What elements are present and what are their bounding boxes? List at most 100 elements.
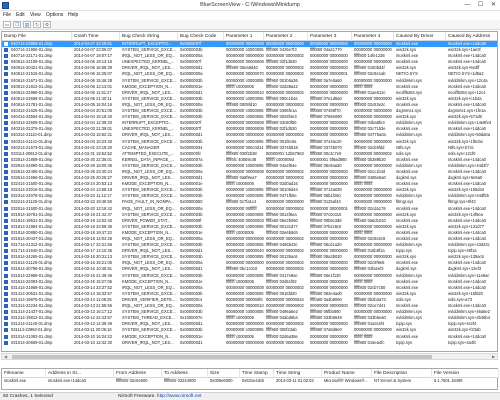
driver-cell: ntoskrnl.exe xyxy=(4,378,27,383)
driver-column-header[interactable]: File Version xyxy=(432,369,499,378)
crash-list[interactable]: Dump File Crash Time Bug Check String Bug C… xyxy=(1,31,498,352)
dump-file-icon xyxy=(4,322,8,327)
dump-file-icon xyxy=(4,237,8,241)
crash-cell: 00000000`00000000 xyxy=(310,339,348,345)
crash-column-header[interactable]: Parameter 1 xyxy=(224,32,264,41)
crash-row[interactable]: 031014-20609-01.dmp 2014-03-10 12:42:30 DR… xyxy=(2,339,497,346)
credit-prefix: NirSoft Freeware. xyxy=(118,394,157,399)
crash-count: 50 Crashes, 1 Selected xyxy=(3,394,53,399)
driver-list-header: Filename Address In St... From Address To A… xyxy=(2,369,499,378)
dump-file-icon xyxy=(4,249,8,254)
dump-file-icon xyxy=(4,84,8,89)
driver-cell: 2014-03-11 01:02:03 xyxy=(276,378,314,383)
close-button[interactable]: ✕ xyxy=(487,0,500,10)
dump-file-icon xyxy=(4,200,8,205)
properties-icon[interactable]: ▤ xyxy=(23,21,31,28)
driver-cell: 0x531e4dcb xyxy=(242,378,265,383)
dump-file-icon xyxy=(4,206,8,211)
scroll-right-icon[interactable]: ▶ xyxy=(490,354,497,360)
dump-file-icon xyxy=(4,78,8,83)
dump-file-icon xyxy=(4,151,8,156)
crash-column-header[interactable]: Crash Time xyxy=(72,32,120,41)
driver-column-header[interactable]: Time Stamp xyxy=(240,369,274,378)
dump-file-icon xyxy=(4,243,8,248)
save-icon[interactable]: ▭ xyxy=(3,21,11,28)
credit-text: NirSoft Freeware. http://www.nirsoft.net xyxy=(118,394,201,399)
crash-column-header[interactable]: Parameter 2 xyxy=(264,32,308,41)
scroll-thumb[interactable] xyxy=(12,355,432,359)
crash-list-rows: 040714-23859-01.dmp 2014-04-07 23:19:01 IN… xyxy=(2,41,497,346)
menu-options[interactable]: Options xyxy=(46,12,63,19)
dump-file-icon xyxy=(4,291,8,296)
dump-file-icon xyxy=(4,285,8,290)
refresh-icon[interactable]: ↻ xyxy=(33,21,41,28)
dump-file-icon xyxy=(4,340,8,345)
dump-file-icon xyxy=(4,48,8,53)
copy-icon[interactable]: ❐ xyxy=(13,21,21,28)
minimize-button[interactable]: — xyxy=(461,0,474,10)
dump-file-icon xyxy=(4,157,8,162)
dump-file-icon xyxy=(4,109,8,114)
driver-column-header[interactable]: Address In St... xyxy=(46,369,114,378)
dump-file-icon xyxy=(4,334,8,339)
dump-file-icon xyxy=(4,115,8,120)
dump-file-icon xyxy=(4,230,8,235)
menu-file[interactable]: File xyxy=(3,12,11,19)
crash-column-header[interactable]: Dump File xyxy=(2,32,72,41)
nirsoft-link[interactable]: http://www.nirsoft.net xyxy=(157,394,202,399)
menu-edit[interactable]: Edit xyxy=(16,12,25,19)
driver-column-header[interactable]: File Description xyxy=(372,369,432,378)
dump-file-icon xyxy=(4,54,8,59)
crash-column-header[interactable]: Bug Check Code xyxy=(178,32,224,41)
crash-cell: 00000000`00000002 xyxy=(266,339,304,345)
scroll-left-icon[interactable]: ◀ xyxy=(2,354,9,360)
driver-list[interactable]: Filename Address In St... From Address To A… xyxy=(1,368,499,390)
driver-column-header[interactable]: To Address xyxy=(162,369,208,378)
dump-file-icon xyxy=(4,90,8,95)
dump-file-icon xyxy=(4,279,8,284)
dump-file-icon xyxy=(4,261,8,266)
status-bar: 50 Crashes, 1 Selected NirSoft Freeware.… xyxy=(0,392,500,400)
dump-file-icon xyxy=(4,176,8,181)
dump-file-icon xyxy=(4,255,8,260)
menu-help[interactable]: Help xyxy=(68,12,78,19)
menu-bar: File Edit View Options Help xyxy=(0,11,500,20)
crash-column-header[interactable]: Parameter 3 xyxy=(308,32,352,41)
crash-column-header[interactable]: Parameter 4 xyxy=(352,32,394,41)
dump-file-icon xyxy=(4,169,8,174)
dump-file-icon xyxy=(4,328,8,333)
dump-file-icon xyxy=(4,133,8,138)
horizontal-scrollbar[interactable]: ◀ ▶ xyxy=(1,353,498,360)
maximize-button[interactable]: ☐ xyxy=(474,0,487,10)
dump-file-icon xyxy=(4,127,8,132)
crash-list-header: Dump File Crash Time Bug Check String Bug C… xyxy=(2,32,497,41)
dump-file-icon xyxy=(4,163,8,168)
dump-file-icon xyxy=(4,66,8,71)
dump-file-icon xyxy=(4,121,8,126)
menu-view[interactable]: View xyxy=(30,12,41,19)
dump-file-icon xyxy=(4,224,8,229)
driver-column-header[interactable]: Size xyxy=(208,369,240,378)
dump-file-icon xyxy=(4,267,8,272)
crash-column-header[interactable]: Caused By Address xyxy=(446,32,497,41)
dump-file-icon xyxy=(4,72,8,77)
title-bar: BlueScreenView - C:\Windows\Minidump — ☐… xyxy=(0,0,500,11)
dump-file-icon xyxy=(4,297,8,302)
driver-column-header[interactable]: Filename xyxy=(2,369,46,378)
crash-column-header[interactable]: Caused By Driver xyxy=(394,32,446,41)
driver-column-header[interactable]: From Address xyxy=(114,369,162,378)
crash-cell: DRIVER_IRQL_NOT_LES... xyxy=(122,339,174,345)
driver-cell: 0x005e6000 xyxy=(210,378,233,383)
driver-cell: ntoskrnl.exe+14dca0 xyxy=(48,378,86,383)
driver-column-header[interactable]: Product Name xyxy=(322,369,372,378)
dump-file-icon xyxy=(4,60,8,65)
options-icon[interactable]: ⚙ xyxy=(43,21,51,28)
driver-column-header[interactable]: Time String xyxy=(274,369,322,378)
crash-cell: 031014-20609-01.dmp xyxy=(11,339,53,345)
driver-row[interactable]: ntoskrnl.exe ntoskrnl.exe+14dca0 fffff800`… xyxy=(2,378,499,384)
dump-file-icon xyxy=(4,212,8,217)
toolbar: ▭ ❐ ▤ ↻ ⚙ xyxy=(0,20,500,30)
dump-file-icon xyxy=(4,102,8,107)
dump-file-icon xyxy=(4,316,8,321)
crash-column-header[interactable]: Bug Check String xyxy=(120,32,178,41)
